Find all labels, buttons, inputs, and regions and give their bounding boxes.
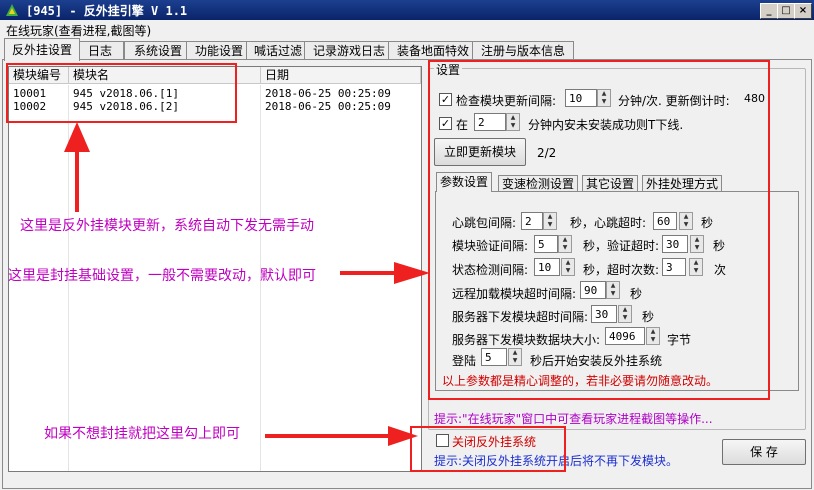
- inner-tab-params[interactable]: 参数设置: [436, 172, 493, 192]
- maximize-button[interactable]: □: [777, 3, 795, 19]
- window-title: [945] - 反外挂引擎 V 1.1: [26, 4, 188, 18]
- tab-log[interactable]: 日志: [76, 41, 124, 60]
- save-button[interactable]: 保 存: [722, 439, 806, 465]
- col-date[interactable]: 日期: [261, 67, 421, 84]
- tab-ground-effects[interactable]: 装备地面特效: [388, 41, 478, 60]
- app-logo-icon: [6, 4, 18, 16]
- tab-function[interactable]: 功能设置: [186, 41, 252, 60]
- tab-anticheat[interactable]: 反外挂设置: [4, 38, 80, 61]
- disable-highlight: [410, 426, 566, 472]
- module-update-note: 这里是反外挂模块更新，系统自动下发无需手动: [20, 218, 314, 234]
- settings-highlight: [428, 60, 770, 400]
- tab-game-log[interactable]: 记录游戏日志: [304, 41, 394, 60]
- close-button[interactable]: ×: [794, 3, 812, 19]
- row1-date[interactable]: 2018-06-25 00:25:09: [265, 87, 391, 100]
- tab-register[interactable]: 注册与版本信息: [472, 41, 574, 60]
- minimize-button[interactable]: _: [760, 3, 778, 19]
- tab-system[interactable]: 系统设置: [124, 41, 192, 60]
- base-settings-note: 这里是封挂基础设置，一般不需要改动，默认即可: [8, 268, 316, 284]
- online-players-hint: 提示:"在线玩家"窗口中可查看玩家进程截图等操作...: [434, 412, 713, 426]
- tab-chat-filter[interactable]: 喊话过滤: [246, 41, 310, 60]
- disable-note: 如果不想封挂就把这里勾上即可: [44, 426, 240, 442]
- title-bar: [945] - 反外挂引擎 V 1.1 _ □ ×: [0, 0, 814, 20]
- online-players-menu[interactable]: 在线玩家(查看进程,截图等): [6, 22, 151, 39]
- row2-date[interactable]: 2018-06-25 00:25:09: [265, 100, 391, 113]
- module-list-highlight: [6, 63, 237, 123]
